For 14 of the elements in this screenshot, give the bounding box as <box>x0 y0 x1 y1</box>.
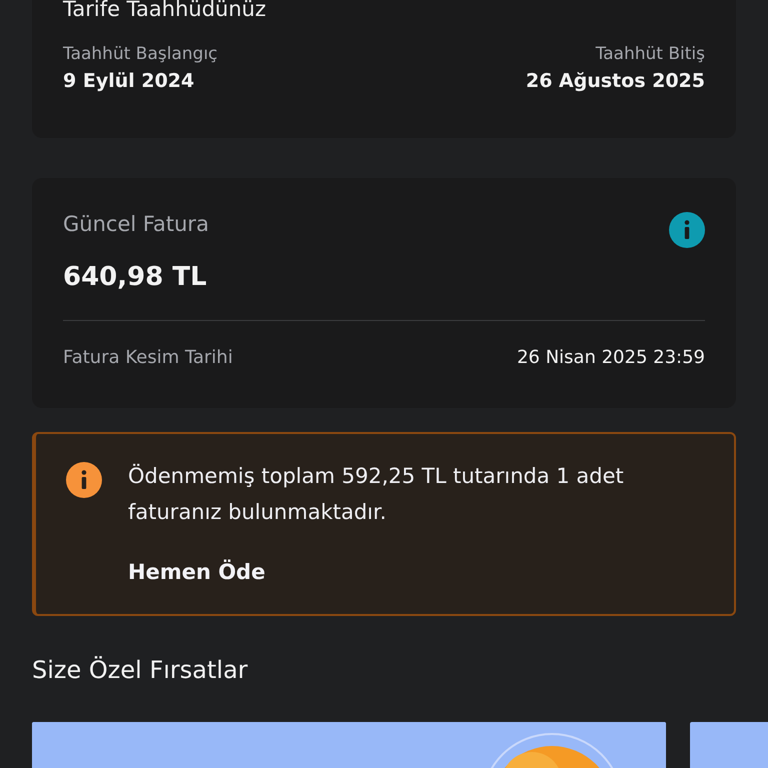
end-label: Taahhüt Bitiş <box>596 44 705 64</box>
cutoff-date: 26 Nisan 2025 23:59 <box>516 347 705 368</box>
alert-message: Ödenmemiş toplam 592,25 TL tutarında 1 adet faturanız bulunmaktadır. <box>128 462 625 526</box>
info-icon <box>66 462 102 498</box>
commitment-title: Tarife Taahhüdünüz <box>63 0 267 20</box>
info-icon <box>669 212 705 248</box>
end-date: 26 Ağustos 2025 <box>526 70 705 92</box>
pay-now-link[interactable]: Hemen Öde <box>128 560 704 584</box>
invoice-amount: 640,98 TL <box>63 262 208 292</box>
start-date: 9 Eylül 2024 <box>63 70 194 92</box>
invoice-title: Güncel Fatura <box>63 212 209 236</box>
cutoff-label: Fatura Kesim Tarihi <box>63 347 233 368</box>
section-title: Size Özel Fırsatlar <box>32 656 249 684</box>
start-label: Taahhüt Başlangıç <box>63 44 218 64</box>
